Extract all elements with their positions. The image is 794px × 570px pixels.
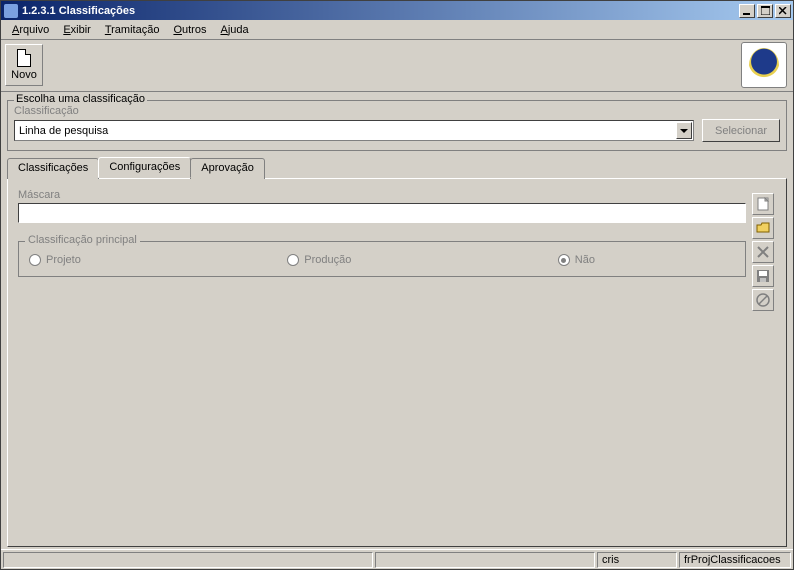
- menu-outros[interactable]: Outros: [166, 22, 213, 38]
- radio-nao[interactable]: Não: [558, 254, 595, 266]
- statusbar: cris frProjClassificacoes: [1, 549, 793, 569]
- radio-projeto-label: Projeto: [46, 254, 81, 266]
- institution-logo: [741, 42, 787, 88]
- menu-exibir[interactable]: Exibir: [56, 22, 98, 38]
- toolbar: Novo: [1, 40, 793, 92]
- tab-aprovacao[interactable]: Aprovação: [190, 158, 265, 179]
- novo-label: Novo: [11, 69, 37, 81]
- app-window: 1.2.3.1 Classificações Arquivo Exibir Tr…: [0, 0, 794, 570]
- side-new-button[interactable]: [752, 193, 774, 215]
- content-area: Escolha uma classificação Classificação …: [1, 92, 793, 549]
- radio-nao-label: Não: [575, 254, 595, 266]
- classification-group: Escolha uma classificação Classificação …: [7, 100, 787, 151]
- mascara-label: Máscara: [18, 189, 746, 201]
- titlebar: 1.2.3.1 Classificações: [1, 1, 793, 20]
- mascara-input[interactable]: [18, 203, 746, 223]
- principal-group: Classificação principal Projeto Produção: [18, 241, 746, 277]
- window-controls: [739, 4, 793, 18]
- side-delete-button[interactable]: [752, 241, 774, 263]
- radio-icon: [287, 254, 299, 266]
- side-toolbar: [752, 189, 776, 536]
- menu-ajuda[interactable]: Ajuda: [213, 22, 255, 38]
- radio-producao[interactable]: Produção: [287, 254, 351, 266]
- minimize-button[interactable]: [739, 4, 755, 18]
- menubar: Arquivo Exibir Tramitação Outros Ajuda: [1, 20, 793, 40]
- novo-button[interactable]: Novo: [5, 44, 43, 86]
- side-open-button[interactable]: [752, 217, 774, 239]
- tab-panel: Máscara Classificação principal Projeto …: [7, 178, 787, 547]
- dropdown-value: Linha de pesquisa: [19, 125, 108, 137]
- chevron-down-icon[interactable]: [676, 122, 692, 139]
- new-document-icon: [17, 49, 31, 67]
- tabs: Classificações Configurações Aprovação: [7, 157, 787, 178]
- tab-classificacoes[interactable]: Classificações: [7, 158, 99, 179]
- radio-icon: [29, 254, 41, 266]
- status-form: frProjClassificacoes: [679, 552, 791, 568]
- app-icon: [4, 4, 18, 18]
- status-user: cris: [597, 552, 677, 568]
- status-cell-1: [3, 552, 373, 568]
- classification-label: Classificação: [14, 105, 780, 117]
- radio-projeto[interactable]: Projeto: [29, 254, 81, 266]
- classification-dropdown[interactable]: Linha de pesquisa: [14, 120, 694, 141]
- status-cell-2: [375, 552, 595, 568]
- close-button[interactable]: [775, 4, 791, 18]
- side-save-button[interactable]: [752, 265, 774, 287]
- group-legend: Escolha uma classificação: [14, 93, 147, 105]
- radio-icon: [558, 254, 570, 266]
- side-cancel-button[interactable]: [752, 289, 774, 311]
- maximize-button[interactable]: [757, 4, 773, 18]
- principal-legend: Classificação principal: [25, 234, 140, 246]
- window-title: 1.2.3.1 Classificações: [22, 5, 135, 17]
- menu-arquivo[interactable]: Arquivo: [5, 22, 56, 38]
- tab-main: Máscara Classificação principal Projeto …: [18, 189, 746, 536]
- radio-producao-label: Produção: [304, 254, 351, 266]
- tab-configuracoes[interactable]: Configurações: [98, 157, 191, 178]
- menu-tramitacao[interactable]: Tramitação: [98, 22, 167, 38]
- selecionar-button[interactable]: Selecionar: [702, 119, 780, 142]
